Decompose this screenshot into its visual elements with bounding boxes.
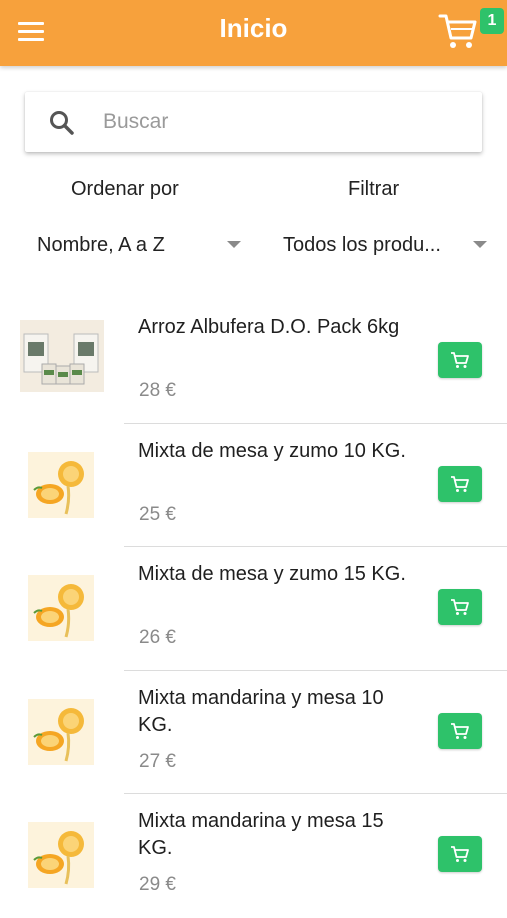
orange-product-image — [28, 822, 94, 888]
product-item[interactable]: Mixta de mesa y zumo 10 KG. 25 € — [0, 424, 507, 547]
cart-count-badge: 1 — [480, 8, 504, 34]
product-item[interactable]: Arroz Albufera D.O. Pack 6kg 28 € — [0, 300, 507, 424]
product-name: Arroz Albufera D.O. Pack 6kg — [138, 316, 400, 338]
product-price: 25 € — [139, 503, 176, 525]
orange-product-image — [28, 698, 94, 765]
product-list: Arroz Albufera D.O. Pack 6kg 28 € Mixta … — [0, 300, 507, 918]
add-to-cart-button[interactable] — [438, 712, 482, 749]
product-price: 27 € — [139, 750, 176, 772]
orange-product-image — [28, 451, 94, 518]
product-name: Mixta mandarina y mesa 10 KG. — [138, 686, 384, 736]
orange-product-image — [28, 575, 94, 641]
sort-dropdown[interactable]: Nombre, A a Z — [37, 226, 247, 264]
product-item[interactable]: Mixta de mesa y zumo 15 KG. 26 € — [0, 547, 507, 671]
shopping-cart-icon — [451, 722, 469, 739]
shopping-cart-icon — [451, 475, 469, 492]
search-input[interactable] — [103, 102, 463, 142]
add-to-cart-button[interactable] — [438, 342, 482, 378]
filter-dropdown-value: Todos los produ... — [283, 234, 441, 256]
shopping-cart-icon — [451, 352, 469, 368]
cart-button[interactable]: 1 — [434, 6, 504, 54]
product-price: 29 € — [139, 874, 176, 895]
chevron-down-icon — [473, 241, 487, 248]
shopping-cart-icon — [438, 14, 477, 48]
sort-dropdown-value: Nombre, A a Z — [37, 234, 165, 256]
filter-label: Filtrar — [348, 178, 400, 200]
add-to-cart-button[interactable] — [438, 589, 482, 625]
search-icon[interactable] — [49, 110, 75, 141]
app-bar: Inicio 1 — [0, 0, 507, 66]
search-bar — [25, 92, 482, 152]
rice-pack-image — [20, 320, 104, 392]
product-name: Mixta de mesa y zumo 10 KG. — [138, 439, 406, 462]
product-item[interactable]: Mixta mandarina y mesa 15 KG. 29 € — [0, 794, 507, 918]
product-name: Mixta de mesa y zumo 15 KG. — [138, 563, 406, 585]
filter-dropdown[interactable]: Todos los produ... — [283, 226, 493, 264]
product-name: Mixta mandarina y mesa 15 KG. — [138, 810, 384, 859]
hamburger-menu-icon[interactable] — [18, 14, 58, 50]
add-to-cart-button[interactable] — [438, 836, 482, 872]
shopping-cart-icon — [451, 599, 469, 615]
product-price: 28 € — [139, 380, 176, 401]
chevron-down-icon — [227, 241, 241, 248]
product-item[interactable]: Mixta mandarina y mesa 10 KG. 27 € — [0, 671, 507, 794]
sort-label: Ordenar por — [71, 178, 179, 200]
shopping-cart-icon — [451, 846, 469, 862]
page-title: Inicio — [219, 13, 288, 43]
product-price: 26 € — [139, 627, 176, 648]
add-to-cart-button[interactable] — [438, 465, 482, 502]
